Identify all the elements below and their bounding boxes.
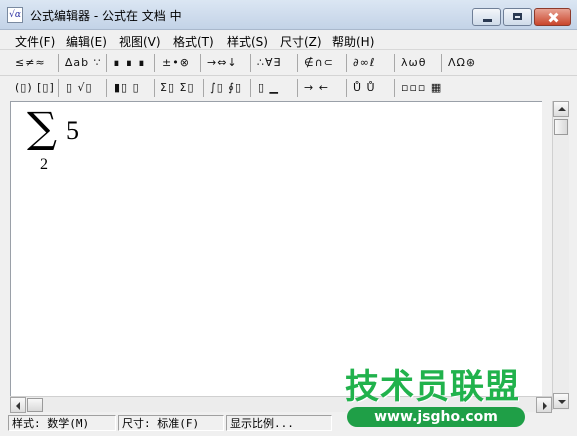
integral-templates-button[interactable]: ∫▯ ∮▯ [210,78,242,98]
toolbar-separator [346,79,347,97]
greek-lowercase-button[interactable]: λωθ [401,53,426,73]
summation-upper-limit[interactable]: 5 [66,116,79,146]
scroll-up-button[interactable] [553,101,569,117]
misc-symbols-button[interactable]: ∂∞ℓ [353,53,375,73]
greek-uppercase-button[interactable]: ΛΩ⊛ [448,53,476,73]
toolbar-separator [394,79,395,97]
toolbar-separator [250,54,251,72]
toolbar-separator [106,79,107,97]
menu-style[interactable]: 样式(S) [227,33,268,50]
status-zoom[interactable]: 显示比例... [226,415,332,431]
embellishments-button[interactable]: ∎ ∎ ∎ [113,53,146,73]
equation-editor-icon[interactable]: √α [7,7,23,23]
equation-edit-area[interactable]: ∑ 5 2 [10,101,542,396]
summation-operator[interactable]: ∑ [27,104,57,152]
watermark-url: www.jsgho.com [347,407,525,427]
vertical-scrollbar[interactable] [552,101,569,410]
subscript-superscript-templates-button[interactable]: ▮▯ ▯ [114,78,140,98]
toolbar-separator [297,79,298,97]
chevron-up-icon [558,107,566,111]
operator-symbols-button[interactable]: ±•⊗ [162,53,190,73]
toolbar-separator [203,79,204,97]
chevron-left-icon [16,402,20,410]
menu-size[interactable]: 尺寸(Z) [280,33,322,50]
toolbar-separator [58,79,59,97]
site-watermark: 技术员联盟 www.jsgho.com [345,367,565,433]
matrix-templates-button[interactable]: ▫▫▫ ▦ [401,78,442,98]
vertical-scroll-thumb[interactable] [554,119,568,135]
menu-bar: 文件(F) 编辑(E) 视图(V) 格式(T) 样式(S) 尺寸(Z) 帮助(H… [0,30,577,50]
toolbar-separator [200,54,201,72]
spaces-ellipses-button[interactable]: ∆ab ∵ [65,53,102,73]
toolbar-separator [297,54,298,72]
logical-symbols-button[interactable]: ∴∀∃ [257,53,281,73]
toolbar-separator [394,54,395,72]
toolbar-separator [346,54,347,72]
menu-view[interactable]: 视图(V) [119,33,161,50]
menu-format[interactable]: 格式(T) [173,33,214,50]
menu-file[interactable]: 文件(F) [15,33,55,50]
toolbar-separator [441,54,442,72]
title-bar[interactable]: √α 公式编辑器 - 公式在 文档 中 [0,0,577,30]
fraction-radical-templates-button[interactable]: ▯ √▯ [66,78,93,98]
toolbar-separator [154,79,155,97]
relational-symbols-button[interactable]: ≤≠≈ [15,53,46,73]
horizontal-scroll-thumb[interactable] [27,398,43,412]
window-title: 公式编辑器 - 公式在 文档 中 [30,9,182,23]
underbar-overbar-templates-button[interactable]: ▯ ▁ [258,78,279,98]
toolbar-separator [106,54,107,72]
close-button[interactable] [534,8,571,26]
maximize-icon [504,9,531,25]
products-set-theory-templates-button[interactable]: Ů Ů [353,78,376,98]
labeled-arrow-templates-button[interactable]: → ← [304,78,329,98]
minimize-button[interactable] [472,8,501,26]
toolbar-separator [154,54,155,72]
minimize-icon [473,9,500,25]
summation-templates-button[interactable]: Σ▯ Σ▯ [160,78,195,98]
status-style: 样式: 数学(M) [8,415,116,431]
maximize-button[interactable] [503,8,532,26]
symbol-palette-toolbar: ≤≠≈ ∆ab ∵ ∎ ∎ ∎ ±•⊗ →⇔↓ ∴∀∃ ∉∩⊂ ∂∞ℓ λωθ … [0,51,577,76]
set-theory-symbols-button[interactable]: ∉∩⊂ [304,53,334,73]
menu-edit[interactable]: 编辑(E) [66,33,107,50]
menu-help[interactable]: 帮助(H) [332,33,374,50]
close-icon [535,9,570,25]
summation-lower-limit[interactable]: 2 [40,156,48,174]
fence-templates-button[interactable]: (▯) [▯] [15,78,55,98]
arrow-symbols-button[interactable]: →⇔↓ [207,53,238,73]
scroll-left-button[interactable] [10,397,26,413]
template-palette-toolbar: (▯) [▯] ▯ √▯ ▮▯ ▯ Σ▯ Σ▯ ∫▯ ∮▯ ▯ ▁ → ← Ů … [0,76,577,100]
watermark-logo-text: 技术员联盟 [345,367,520,407]
toolbar-separator [58,54,59,72]
toolbar-separator [250,79,251,97]
status-size: 尺寸: 标准(F) [118,415,224,431]
